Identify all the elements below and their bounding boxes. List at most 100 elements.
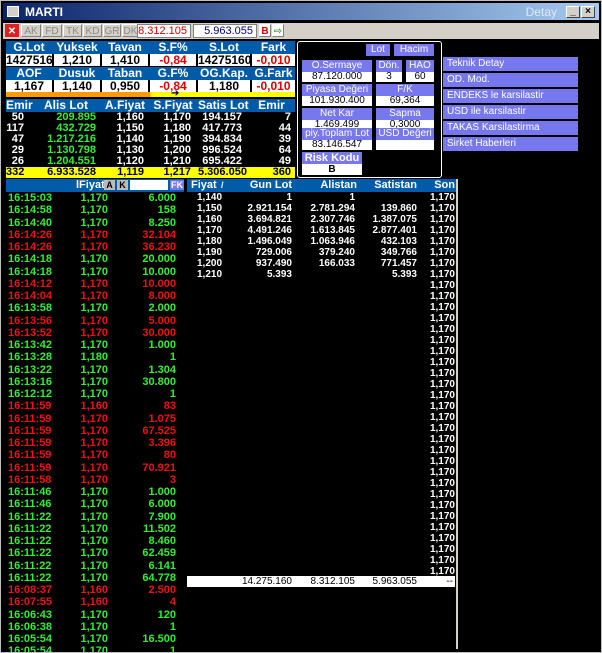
- menu-takas[interactable]: TAKAS Karsilastirma: [443, 121, 578, 135]
- depth-total-cell: 6.933.528: [47, 166, 96, 178]
- minimize-icon[interactable]: _: [566, 6, 580, 18]
- son-value: 1,170: [429, 368, 455, 379]
- trade-filter-box[interactable]: [130, 180, 168, 190]
- distribution-row[interactable]: 1,190 729.006 379.240 349.766: [187, 247, 457, 258]
- dist-satistan-header[interactable]: Satistan: [367, 179, 417, 192]
- hacim-button[interactable]: Hacim: [394, 44, 434, 56]
- son-value: 1,170: [429, 247, 455, 258]
- dist-gunlot-header[interactable]: Gun Lot: [247, 179, 292, 192]
- close-icon[interactable]: ×: [581, 6, 595, 18]
- dist-alistan-header[interactable]: Alistan: [307, 179, 357, 192]
- son-value: 1,170: [429, 203, 455, 214]
- table-row[interactable]: 16:11:22 1,170 8.460: [6, 535, 184, 547]
- tab-tk[interactable]: TK: [63, 24, 82, 37]
- table-row[interactable]: 16:14:26 1,170 36.230: [6, 241, 184, 253]
- table-row[interactable]: 16:14:18 1,170 20.000: [6, 253, 184, 265]
- table-row[interactable]: 16:14:18 1,170 10.000: [6, 266, 184, 278]
- menu-haberler[interactable]: Sirket Haberleri: [443, 137, 578, 151]
- table-row[interactable]: 16:14:26 1,170 32.104: [6, 229, 184, 241]
- trade-lot: 16.500: [142, 633, 176, 645]
- table-row[interactable]: 16:11:46 1,170 1.000: [6, 486, 184, 498]
- menu-usd[interactable]: USD ile karsilastir: [443, 105, 578, 119]
- export-icon[interactable]: ⇨: [272, 24, 284, 37]
- menu-teknik-detay[interactable]: Teknik Detay: [443, 57, 578, 71]
- table-row[interactable]: 16:11:22 1,170 11.502: [6, 523, 184, 535]
- table-row[interactable]: 16:11:22 1,170 6.141: [6, 560, 184, 572]
- distribution-row[interactable]: 1,150 2.921.154 2.781.294 139.860: [187, 203, 457, 214]
- table-row[interactable]: 16:11:22 1,170 62.459: [6, 547, 184, 559]
- son-value: 1,170: [429, 555, 455, 566]
- close-tab-icon[interactable]: ✕: [5, 24, 19, 37]
- table-row[interactable]: 16:06:38 1,170 1: [6, 621, 184, 633]
- scrollbar[interactable]: [456, 179, 458, 649]
- tab-gr[interactable]: GR: [103, 24, 121, 37]
- distribution-row[interactable]: 1,140 1 1: [187, 192, 457, 203]
- trades-fiyat-header[interactable]: lFiyat: [76, 179, 105, 192]
- table-row[interactable]: 16:14:40 1,170 8.250: [6, 217, 184, 229]
- table-row[interactable]: 16:13:28 1,180 1: [6, 351, 184, 363]
- satis-volume-box: 5.963.055: [193, 24, 257, 38]
- tab-fd[interactable]: FD: [42, 24, 62, 37]
- dist-son-header[interactable]: Son: [427, 179, 455, 192]
- trade-lot: 8.250: [148, 216, 176, 229]
- table-row[interactable]: 16:13:16 1,170 30.800: [6, 376, 184, 388]
- table-row[interactable]: 16:08:37 1,160 2.500: [6, 584, 184, 596]
- table-row[interactable]: 16:11:22 1,170 7.900: [6, 511, 184, 523]
- menu-od-mod[interactable]: OD. Mod.: [443, 73, 578, 87]
- tab-kd[interactable]: KD: [83, 24, 102, 37]
- b-button[interactable]: B: [259, 24, 271, 37]
- distribution-row[interactable]: 1,170 4.491.246 1.613.845 2.877.401: [187, 225, 457, 236]
- table-row[interactable]: 16:13:58 1,170 2.000: [6, 302, 184, 314]
- osermaye-value: 87.120.000: [302, 72, 372, 82]
- usd-button[interactable]: USD Değeri: [376, 128, 434, 140]
- trade-price: 1,170: [80, 216, 108, 229]
- k-sort-button[interactable]: K: [117, 180, 128, 190]
- table-row[interactable]: 16:14:58 1,170 158: [6, 204, 184, 216]
- table-row[interactable]: 16:15:03 1,170 6.000: [6, 192, 184, 204]
- son-value: 1,170: [429, 434, 455, 445]
- dist-fiyat-header[interactable]: Fiyat: [191, 179, 217, 192]
- table-row[interactable]: 16:07:55 1,160 4: [6, 596, 184, 608]
- dist-alistan: 379.240: [318, 247, 355, 258]
- fk-button[interactable]: FK: [170, 180, 184, 190]
- table-row[interactable]: 16:11:59 1,170 3.396: [6, 437, 184, 449]
- lot-button[interactable]: Lot: [366, 44, 390, 56]
- table-row[interactable]: 16:12:12 1,170 1: [6, 388, 184, 400]
- a-sort-button[interactable]: A: [104, 180, 115, 190]
- table-row[interactable]: 16:11:59 1,170 70.921: [6, 462, 184, 474]
- distribution-row[interactable]: 1,180 1.496.049 1.063.946 432.103: [187, 236, 457, 247]
- table-row[interactable]: 16:11:58 1,170 3: [6, 474, 184, 486]
- table-row[interactable]: 16:11:59 1,170 1.075: [6, 413, 184, 425]
- dist-satistan: 2.877.401: [372, 225, 418, 236]
- trade-price: 1,170: [80, 498, 108, 511]
- table-row[interactable]: 16:11:59 1,170 67.525: [6, 425, 184, 437]
- table-row[interactable]: 16:13:52 1,170 30.000: [6, 327, 184, 339]
- trade-lot: 64.778: [142, 571, 176, 584]
- trade-price: 1,170: [80, 314, 108, 327]
- table-row[interactable]: 16:11:22 1,170 64.778: [6, 572, 184, 584]
- trade-time: 16:11:22: [8, 535, 52, 547]
- fk-value: 69,364: [376, 96, 434, 106]
- distribution-row[interactable]: 1,200 937.490 166.033 771.457: [187, 258, 457, 269]
- menu-endeks[interactable]: ENDEKS le karsilastir: [443, 89, 578, 103]
- trade-price: 1,170: [80, 547, 108, 560]
- distribution-row[interactable]: 1,210 5.393 5.393: [187, 269, 457, 280]
- table-row[interactable]: 16:11:59 1,160 83: [6, 400, 184, 412]
- table-row[interactable]: 16:11:46 1,170 6.000: [6, 498, 184, 510]
- table-row[interactable]: 16:05:54 1,170 16.500: [6, 633, 184, 645]
- table-row[interactable]: 16:13:22 1,170 1.304: [6, 364, 184, 376]
- distribution-row[interactable]: 1,160 3.694.821 2.307.746 1.387.075: [187, 214, 457, 225]
- tab-ak[interactable]: AK: [21, 24, 41, 37]
- table-row[interactable]: 16:14:12 1,170 10.000: [6, 278, 184, 290]
- table-row[interactable]: 16:05:54 1,170 1: [6, 645, 184, 652]
- table-row[interactable]: 16:14:04 1,170 8.000: [6, 290, 184, 302]
- table-row[interactable]: 16:13:56 1,170 5.000: [6, 315, 184, 327]
- son-value: 1,170: [429, 467, 455, 478]
- trade-time: 16:11:59: [8, 449, 52, 462]
- table-row[interactable]: 16:06:43 1,170 120: [6, 609, 184, 621]
- table-row[interactable]: 16:13:42 1,170 1.000: [6, 339, 184, 351]
- trade-time: 16:11:59: [8, 412, 52, 425]
- table-row[interactable]: 16:11:59 1,170 80: [6, 449, 184, 461]
- title-bar[interactable]: MARTI Detay _ ×: [3, 3, 599, 20]
- dist-satistan: 432.103: [380, 236, 417, 247]
